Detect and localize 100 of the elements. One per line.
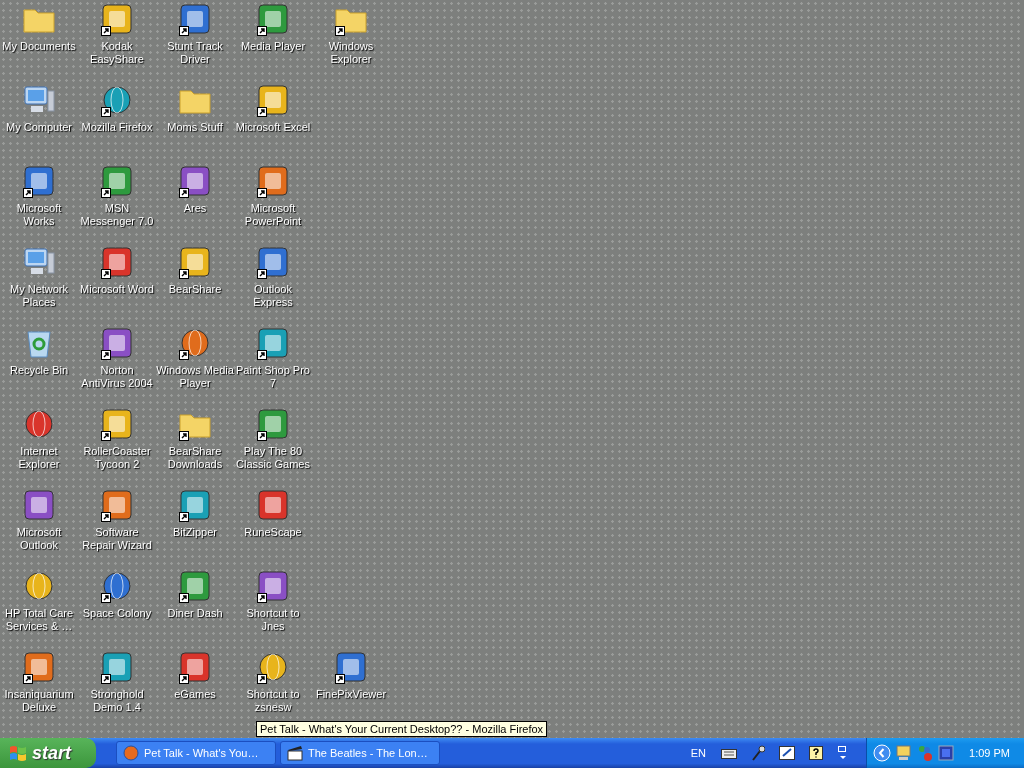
desktop-icon[interactable]: My Computer: [0, 83, 78, 134]
desktop-icon[interactable]: Space Colony: [78, 569, 156, 620]
icon-label: Shortcut to Jnes: [245, 607, 301, 633]
icon-label: MSN Messenger 7.0: [79, 202, 155, 228]
desktop-icon[interactable]: Mozilla Firefox: [78, 83, 156, 134]
icon-label: RuneScape: [244, 526, 302, 539]
icon-label: Recycle Bin: [9, 364, 69, 377]
icon-label: Microsoft Word: [80, 283, 154, 296]
desktop-icon[interactable]: Stronghold Demo 1.4: [78, 650, 156, 714]
globe-icon: [102, 571, 132, 601]
desktop-icon[interactable]: Shortcut to Jnes: [234, 569, 312, 633]
app-icon: [24, 652, 54, 682]
keyboard-icon[interactable]: [721, 747, 738, 759]
clock[interactable]: 1:09 PM: [969, 747, 1010, 759]
icon-label: My Computer: [6, 121, 72, 134]
desktop-icon[interactable]: RuneScape: [234, 488, 312, 539]
start-button[interactable]: start: [0, 738, 96, 768]
icon-label: My Network Places: [8, 283, 70, 309]
app-icon: [180, 490, 210, 520]
taskbar-button[interactable]: The Beatles - The Lon…: [280, 741, 440, 765]
icon-label: Space Colony: [82, 607, 152, 620]
computer-icon: [23, 85, 55, 115]
icon-label: Moms Stuff: [167, 121, 223, 134]
language-indicator[interactable]: EN: [690, 747, 707, 759]
icon-label: Media Player: [240, 40, 306, 53]
desktop-icon[interactable]: RollerCoaster Tycoon 2: [78, 407, 156, 471]
desktop-icon[interactable]: Outlook Express: [234, 245, 312, 309]
desktop-icon[interactable]: Microsoft Excel: [234, 83, 312, 134]
clapperboard-icon: [287, 745, 303, 761]
desktop-icon[interactable]: Media Player: [234, 2, 312, 53]
pen-icon[interactable]: [779, 746, 796, 760]
desktop-icon[interactable]: My Documents: [0, 2, 78, 53]
desktop-icon[interactable]: Ares: [156, 164, 234, 215]
tooltip: Pet Talk - What's Your Current Desktop?? - Mozilla Firefox: [256, 721, 548, 737]
app-icon: [102, 328, 132, 358]
window-icon[interactable]: [938, 745, 955, 761]
desktop-icon[interactable]: Norton AntiVirus 2004: [78, 326, 156, 390]
desktop-icon[interactable]: Recycle Bin: [0, 326, 78, 377]
app-icon: [258, 409, 288, 439]
desktop-icon[interactable]: My Network Places: [0, 245, 78, 309]
icon-label: Norton AntiVirus 2004: [80, 364, 154, 390]
desktop-icon[interactable]: MSN Messenger 7.0: [78, 164, 156, 228]
icon-label: BearShare Downloads: [166, 445, 224, 471]
chevron-left-icon[interactable]: [873, 744, 892, 762]
app-icon: [180, 4, 210, 34]
icon-label: Ares: [183, 202, 207, 215]
microphone-icon[interactable]: [751, 745, 766, 761]
desktop-icon[interactable]: eGames: [156, 650, 234, 701]
globe-icon: [258, 652, 288, 682]
desktop-icon[interactable]: Insaniquarium Deluxe: [0, 650, 78, 714]
app-icon: [102, 166, 132, 196]
desktop-icon[interactable]: Internet Explorer: [0, 407, 78, 471]
desktop-icon[interactable]: FinePixViewer: [312, 650, 390, 701]
icon-label: Kodak EasyShare: [89, 40, 145, 66]
taskbar-button[interactable]: Pet Talk - What's You…: [116, 741, 276, 765]
app-icon: [258, 85, 288, 115]
desktop-icon[interactable]: Microsoft Word: [78, 245, 156, 296]
desktop-icon[interactable]: Shortcut to zsnesw: [234, 650, 312, 714]
app-icon: [180, 166, 210, 196]
desktop-icon[interactable]: BitZipper: [156, 488, 234, 539]
desktop-icon[interactable]: BearShare Downloads: [156, 407, 234, 471]
app-icon: [258, 571, 288, 601]
desktop-icon[interactable]: Windows Explorer: [312, 2, 390, 66]
icon-label: Windows Explorer: [327, 40, 375, 66]
monitor-icon[interactable]: [896, 745, 913, 761]
app-icon: [258, 490, 288, 520]
icon-label: Stunt Track Driver: [166, 40, 224, 66]
icon-label: Play The 80 Classic Games: [235, 445, 311, 471]
app-icon: [258, 166, 288, 196]
globe-icon: [102, 85, 132, 115]
windows-flag-icon: [9, 744, 27, 762]
app-icon: [102, 490, 132, 520]
desktop-icon[interactable]: HP Total Care Services & …: [0, 569, 78, 633]
icon-label: BearShare: [168, 283, 222, 296]
desktop-icon[interactable]: Diner Dash: [156, 569, 234, 620]
app-icon: [24, 490, 54, 520]
desktop-icon[interactable]: Play The 80 Classic Games: [234, 407, 312, 471]
icon-label: Insaniquarium Deluxe: [3, 688, 75, 714]
app-icon: [24, 166, 54, 196]
icon-label: Windows Media Player: [156, 364, 234, 390]
desktop-icon[interactable]: Software Repair Wizard: [78, 488, 156, 552]
app-icon: [258, 328, 288, 358]
icon-label: Microsoft PowerPoint: [243, 202, 303, 228]
desktop-icon[interactable]: Microsoft PowerPoint: [234, 164, 312, 228]
help-icon[interactable]: [809, 746, 824, 760]
desktop-icon[interactable]: Microsoft Works: [0, 164, 78, 228]
desktop-icon[interactable]: Moms Stuff: [156, 83, 234, 134]
globe-icon: [180, 328, 210, 358]
app-icon: [180, 247, 210, 277]
computer-icon: [23, 247, 55, 277]
app-icon: [102, 4, 132, 34]
desktop-icon[interactable]: Windows Media Player: [156, 326, 234, 390]
desktop-icon[interactable]: Microsoft Outlook: [0, 488, 78, 552]
desktop-icon[interactable]: Stunt Track Driver: [156, 2, 234, 66]
desktop-icon[interactable]: Paint Shop Pro 7: [234, 326, 312, 390]
desktop-icon[interactable]: Kodak EasyShare: [78, 2, 156, 66]
globe-icon: [24, 571, 54, 601]
icon-label: RollerCoaster Tycoon 2: [82, 445, 152, 471]
icon-label: Software Repair Wizard: [81, 526, 153, 552]
desktop-icon[interactable]: BearShare: [156, 245, 234, 296]
